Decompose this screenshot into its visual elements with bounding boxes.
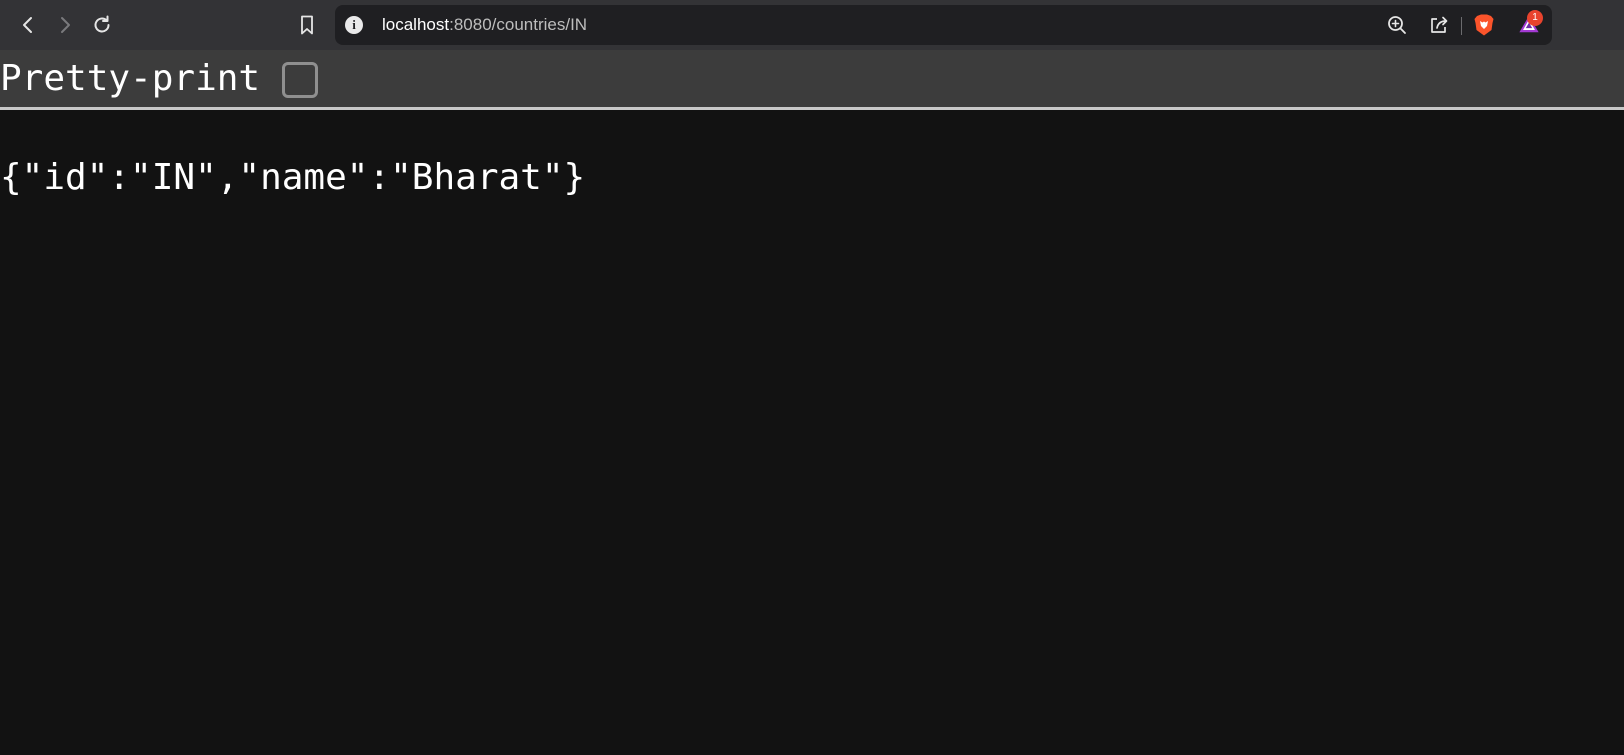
url-host: localhost [382, 15, 450, 34]
info-icon[interactable]: i [345, 16, 363, 34]
zoom-icon[interactable] [1386, 14, 1408, 36]
address-bar[interactable]: i localhost:8080/countries/IN [335, 5, 1552, 45]
address-bar-divider [1461, 17, 1462, 35]
bookmark-button[interactable] [292, 10, 322, 40]
notification-badge: 1 [1527, 10, 1543, 26]
pretty-print-checkbox[interactable] [282, 62, 318, 98]
brave-lion-icon[interactable] [1473, 14, 1495, 36]
reload-button[interactable] [87, 10, 117, 40]
pretty-print-bar: Pretty-print [0, 50, 1624, 110]
pretty-print-label: Pretty-print [0, 58, 261, 99]
back-arrow-icon [23, 17, 32, 33]
url-path: :8080/countries/IN [449, 15, 588, 34]
forward-button[interactable] [50, 10, 80, 40]
json-content: {"id":"IN","name":"Bharat"} [0, 157, 586, 198]
reload-icon [94, 15, 110, 33]
url-text[interactable]: localhost:8080/countries/IN [382, 15, 587, 35]
browser-toolbar: i localhost:8080/countries/IN 1 [0, 0, 1624, 50]
forward-arrow-icon [61, 17, 70, 33]
back-button[interactable] [13, 10, 43, 40]
share-icon[interactable] [1428, 14, 1450, 36]
bookmark-icon [301, 15, 313, 35]
